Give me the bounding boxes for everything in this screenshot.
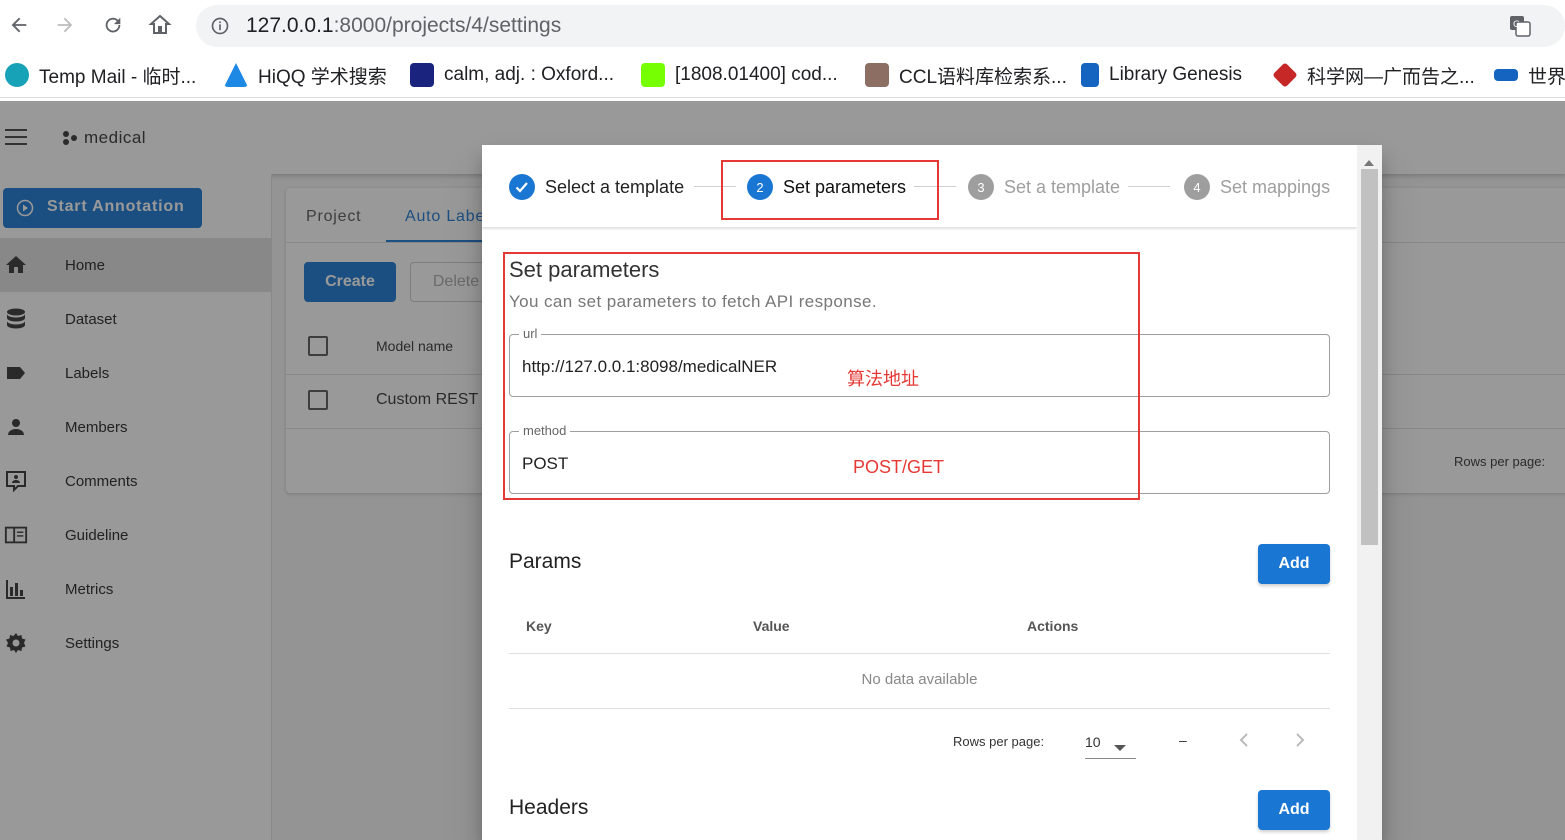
bookmark-icon xyxy=(224,63,248,87)
rows-per-page-select[interactable]: 10 xyxy=(1085,731,1136,759)
bookmark-icon xyxy=(1272,62,1298,88)
add-param-button[interactable]: Add xyxy=(1258,544,1330,584)
bookmark-icon xyxy=(865,63,889,87)
browser-toolbar: 127.0.0.1:8000/projects/4/settings G xyxy=(0,0,1565,52)
step-select-template[interactable]: Select a template xyxy=(509,172,684,202)
headers-title: Headers xyxy=(509,796,589,819)
settings-dialog: Select a template 2 Set parameters 3 Set… xyxy=(482,145,1382,840)
dialog-scrollbar[interactable] xyxy=(1357,145,1382,840)
add-header-button[interactable]: Add xyxy=(1258,790,1330,830)
bookmark-ccl[interactable]: CCL语料库检索系... xyxy=(865,62,1067,88)
bookmark-sciencenet[interactable]: 科学网—广而告之... xyxy=(1272,62,1475,88)
bookmark-world[interactable]: 世界 xyxy=(1494,62,1565,88)
address-bar[interactable]: 127.0.0.1:8000/projects/4/settings G xyxy=(196,5,1565,47)
home-page-icon[interactable] xyxy=(145,10,175,40)
forward-icon[interactable] xyxy=(50,10,80,40)
annotation-box-params xyxy=(503,252,1140,500)
chevron-right-icon[interactable] xyxy=(1293,731,1307,754)
bookmark-arxiv[interactable]: [1808.01400] cod... xyxy=(641,62,838,88)
column-actions: Actions xyxy=(1027,618,1079,634)
translate-icon[interactable]: G xyxy=(1508,14,1532,43)
bookmarks-bar: Temp Mail - 临时... HiQQ 学术搜索 calm, adj. :… xyxy=(0,52,1565,98)
page-range: – xyxy=(1179,732,1187,748)
bookmark-temp-mail[interactable]: Temp Mail - 临时... xyxy=(5,62,196,88)
bookmark-icon xyxy=(1494,69,1518,81)
table-divider xyxy=(509,708,1330,709)
column-key: Key xyxy=(526,618,552,634)
scrollbar-thumb[interactable] xyxy=(1361,169,1378,545)
table-divider xyxy=(509,653,1330,654)
bookmark-hiqq[interactable]: HiQQ 学术搜索 xyxy=(224,62,387,88)
svg-text:G: G xyxy=(1513,20,1520,30)
bookmark-icon xyxy=(410,63,434,87)
params-title: Params xyxy=(509,550,582,573)
bookmark-icon xyxy=(5,63,29,87)
step-number: 3 xyxy=(968,174,994,200)
rows-per-page-label: Rows per page: xyxy=(953,734,1045,749)
chevron-left-icon[interactable] xyxy=(1237,731,1251,754)
info-icon[interactable] xyxy=(210,16,230,41)
back-icon[interactable] xyxy=(4,10,34,40)
url-text: 127.0.0.1:8000/projects/4/settings xyxy=(246,14,562,37)
step-set-template[interactable]: 3 Set a template xyxy=(968,172,1120,202)
annotation-box-step xyxy=(721,160,939,220)
bookmark-libgen[interactable]: Library Genesis xyxy=(1081,62,1242,88)
check-icon xyxy=(509,174,535,200)
bookmark-icon xyxy=(1081,63,1099,87)
step-set-mappings[interactable]: 4 Set mappings xyxy=(1184,172,1330,202)
bookmark-oxford[interactable]: calm, adj. : Oxford... xyxy=(410,62,614,88)
step-connector xyxy=(1128,186,1170,187)
no-data-text: No data available xyxy=(861,671,978,688)
step-number: 4 xyxy=(1184,174,1210,200)
reload-icon[interactable] xyxy=(98,10,128,40)
dropdown-arrow-icon xyxy=(1114,739,1126,757)
bookmark-icon xyxy=(641,63,665,87)
column-value: Value xyxy=(753,618,790,634)
